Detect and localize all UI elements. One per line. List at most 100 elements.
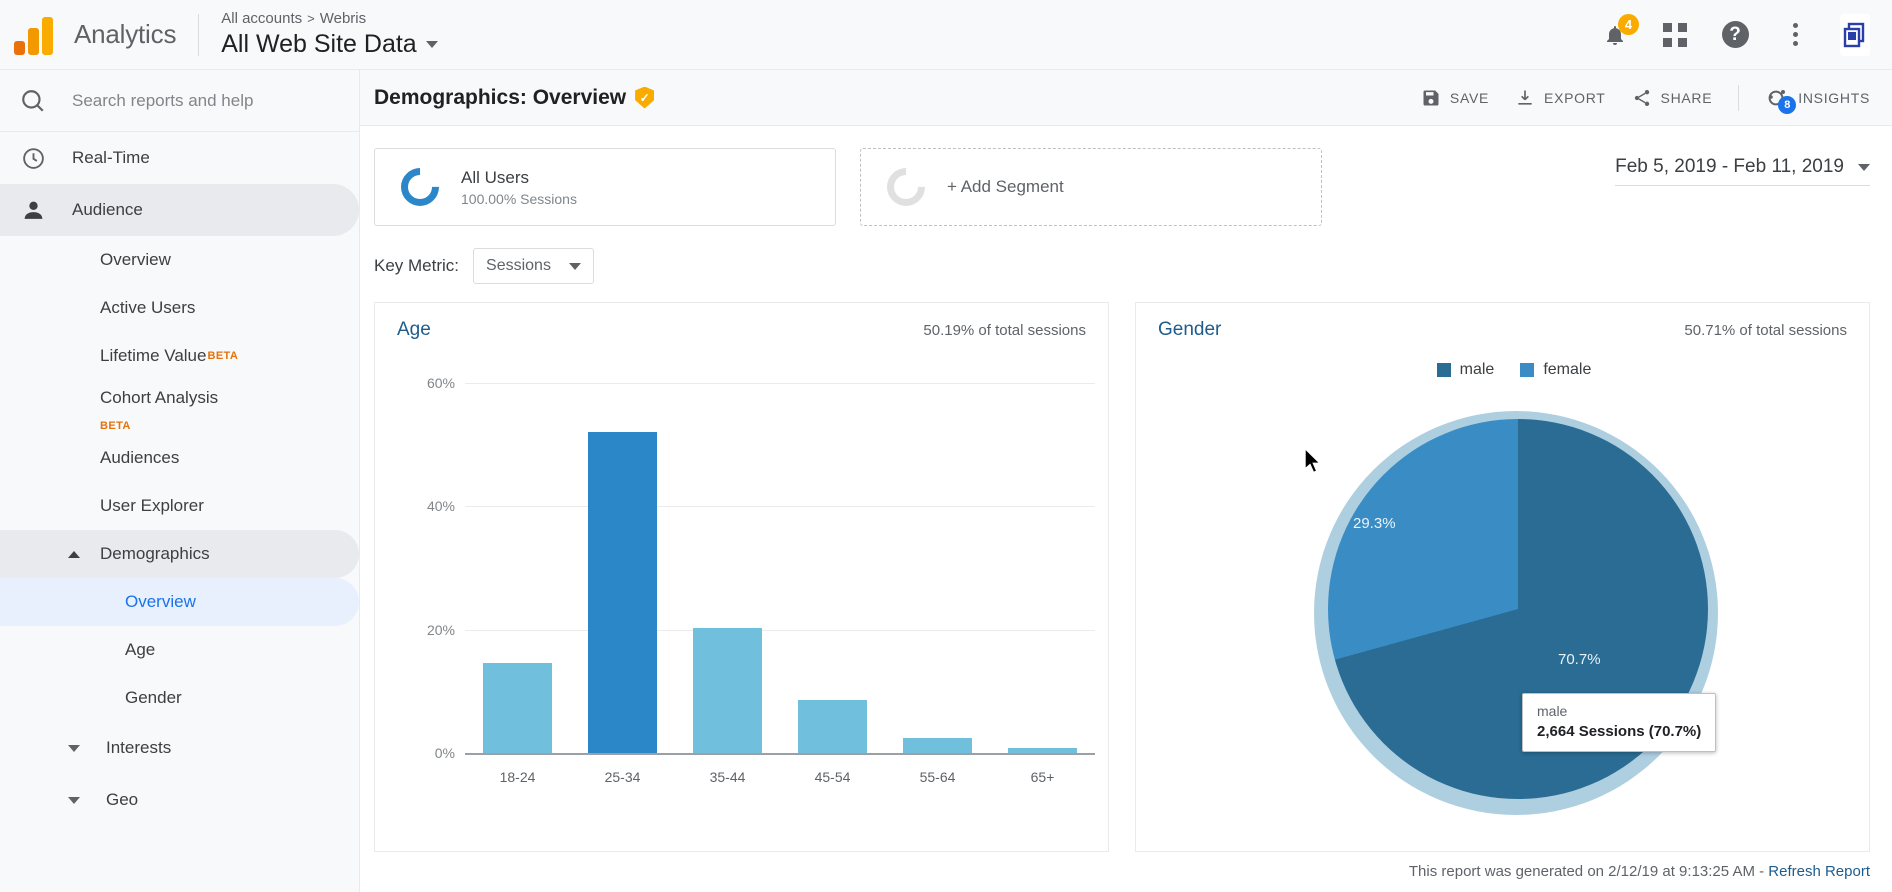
sidebar-item-demographics-age[interactable]: Age — [0, 626, 359, 674]
x-axis-tick-label: 18-24 — [499, 769, 536, 785]
bar[interactable] — [902, 738, 973, 753]
main-content: Demographics: Overview ✓ SAVE EXPORT SHA… — [360, 70, 1892, 892]
insights-button[interactable]: 8 INSIGHTS — [1765, 86, 1870, 114]
sidebar-item-geo[interactable]: Geo — [0, 774, 359, 826]
sidebar-item-cohort-analysis[interactable]: Cohort Analysis BETA — [0, 380, 359, 434]
breadcrumb-separator: > — [307, 11, 315, 26]
sidebar-item-demographics[interactable]: Demographics — [0, 530, 359, 578]
report-footer: This report was generated on 2/12/19 at … — [1409, 863, 1870, 880]
gender-chart-title[interactable]: Gender — [1158, 319, 1221, 341]
help-button[interactable]: ? — [1720, 20, 1750, 50]
sidebar-item-label: Age — [125, 640, 156, 659]
pie-tooltip: male 2,664 Sessions (70.7%) — [1522, 693, 1717, 752]
key-metric-row: Key Metric: Sessions — [360, 226, 1892, 284]
sidebar-item-audience[interactable]: Audience — [0, 184, 359, 236]
bar[interactable] — [482, 662, 553, 753]
y-axis-tick-label: 40% — [426, 498, 455, 515]
legend-swatch-male — [1436, 363, 1451, 377]
sidebar-item-label: Overview — [125, 592, 196, 611]
chevron-down-icon — [1858, 163, 1870, 171]
legend-item-female[interactable]: female — [1520, 361, 1591, 379]
divider — [1738, 84, 1740, 111]
x-axis-tick-label: 45-54 — [814, 769, 851, 785]
bar[interactable] — [692, 627, 763, 753]
divider — [198, 13, 200, 56]
tooltip-value: 2,664 Sessions (70.7%) — [1537, 723, 1702, 740]
share-icon — [1634, 89, 1649, 106]
sidebar-item-demographics-overview[interactable]: Overview — [0, 578, 359, 626]
sidebar-item-interests[interactable]: Interests — [0, 722, 359, 774]
sidebar-item-label: Demographics — [100, 544, 210, 563]
page-title: Demographics: Overview — [374, 85, 627, 109]
key-metric-value: Sessions — [486, 257, 551, 274]
sidebar-item-demographics-gender[interactable]: Gender — [0, 674, 359, 722]
x-axis-line — [465, 753, 1095, 755]
breadcrumb: All accounts > Webris — [221, 10, 437, 27]
sidebar-item-lifetime-value[interactable]: Lifetime Value BETA — [0, 332, 359, 380]
beta-badge: BETA — [100, 420, 131, 432]
date-range-value: Feb 5, 2019 - Feb 11, 2019 — [1615, 156, 1844, 177]
add-segment-button[interactable]: + Add Segment — [860, 148, 1322, 226]
x-axis-tick-label: 65+ — [1030, 769, 1055, 785]
bar[interactable] — [797, 699, 868, 753]
age-chart-title[interactable]: Age — [397, 319, 431, 341]
save-icon — [1423, 90, 1439, 105]
notification-badge: 4 — [1618, 13, 1639, 35]
sidebar-item-active-users[interactable]: Active Users — [0, 284, 359, 332]
google-analytics-logo-icon — [14, 15, 58, 55]
add-segment-ring-icon — [879, 160, 933, 214]
key-metric-select[interactable]: Sessions — [473, 248, 594, 284]
sidebar-item-audiences[interactable]: Audiences — [0, 434, 359, 482]
segment-ring-icon — [393, 160, 447, 214]
brand-name: Analytics — [74, 19, 177, 49]
sidebar-item-label: Audiences — [100, 448, 180, 467]
bar[interactable] — [1007, 748, 1078, 753]
apps-button[interactable] — [1660, 20, 1690, 50]
share-button[interactable]: SHARE — [1632, 88, 1713, 108]
apps-grid-icon — [1663, 22, 1687, 47]
segment-name: All Users — [461, 167, 530, 187]
account-selector[interactable]: All accounts > Webris All Web Site Data — [221, 10, 438, 59]
verified-shield-icon: ✓ — [635, 86, 655, 109]
account-logo-icon — [1840, 13, 1870, 56]
save-button[interactable]: SAVE — [1421, 88, 1489, 108]
legend-label: female — [1543, 361, 1592, 378]
x-axis-tick-label: 35-44 — [709, 769, 746, 785]
sidebar-item-label: Lifetime Value — [100, 346, 207, 365]
add-segment-label: + Add Segment — [947, 177, 1064, 196]
sidebar-item-user-explorer[interactable]: User Explorer — [0, 482, 359, 530]
chevron-up-icon — [68, 550, 80, 558]
breadcrumb-account[interactable]: Webris — [320, 10, 366, 27]
segment-all-users[interactable]: All Users 100.00% Sessions — [374, 148, 836, 226]
property-title[interactable]: All Web Site Data — [221, 30, 438, 59]
person-icon — [20, 198, 46, 223]
pie-label-female: 29.3% — [1353, 515, 1396, 532]
key-metric-label: Key Metric: — [374, 256, 460, 275]
more-options-button[interactable] — [1780, 20, 1810, 50]
search-input[interactable]: Search reports and help — [0, 70, 359, 132]
gridline — [465, 506, 1095, 508]
export-icon — [1518, 90, 1532, 105]
bar[interactable] — [587, 431, 658, 753]
gridline — [465, 629, 1095, 631]
refresh-report-link[interactable]: Refresh Report — [1768, 863, 1870, 880]
date-range-picker[interactable]: Feb 5, 2019 - Feb 11, 2019 — [1615, 156, 1870, 186]
gender-chart-subtitle: 50.71% of total sessions — [1684, 322, 1847, 339]
sidebar-item-label: Active Users — [100, 298, 196, 317]
x-axis-tick-label: 55-64 — [919, 769, 956, 785]
sidebar-item-label: Audience — [72, 200, 143, 219]
age-bar-chart: 0% 20% 40% 60% 18-24 25-34 35-44 45-54 55-64 65+ — [375, 365, 1131, 835]
account-logo-button[interactable] — [1840, 13, 1870, 56]
legend-item-male[interactable]: male — [1436, 361, 1494, 379]
age-chart-subtitle: 50.19% of total sessions — [923, 322, 1086, 339]
gender-pie-chart: 29.3% 70.7% male 2,664 Sessions (70.7%) — [1306, 403, 1726, 823]
export-button[interactable]: EXPORT — [1515, 88, 1606, 108]
top-app-bar: Analytics All accounts > Webris All Web Si… — [0, 0, 1892, 70]
sidebar-item-realtime[interactable]: Real-Time — [0, 132, 359, 184]
breadcrumb-root[interactable]: All accounts — [221, 10, 302, 27]
notifications-button[interactable]: 4 — [1600, 13, 1639, 50]
chevron-down-icon — [568, 262, 581, 270]
insights-label: INSIGHTS — [1798, 89, 1870, 106]
sidebar-item-overview[interactable]: Overview — [0, 236, 359, 284]
y-axis-tick-label: 60% — [426, 375, 455, 391]
